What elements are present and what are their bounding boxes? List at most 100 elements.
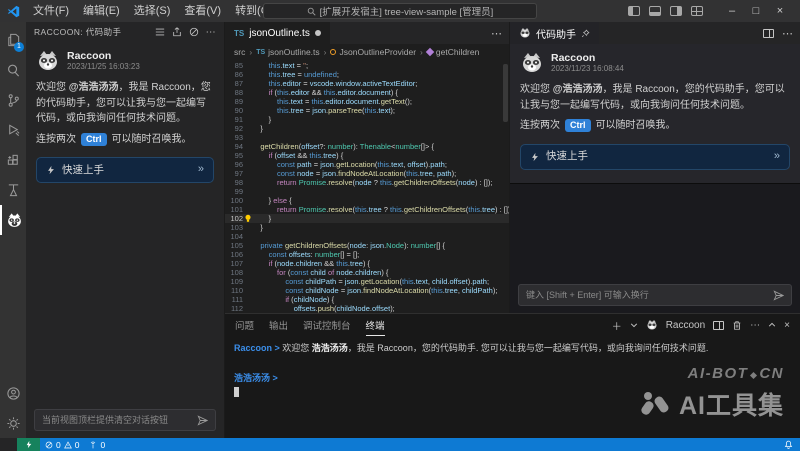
terminal-profile-name[interactable]: Raccoon — [666, 320, 705, 331]
kill-terminal-icon[interactable] — [732, 320, 742, 331]
assistant-more-icon[interactable]: ⋯ — [782, 27, 793, 40]
code-text: } — [252, 124, 509, 133]
customize-layout-icon[interactable] — [691, 6, 703, 16]
line-number: 93 — [225, 133, 252, 142]
close-panel-icon[interactable]: × — [784, 320, 790, 331]
panel-tab-输出[interactable]: 输出 — [269, 314, 288, 336]
raccoon-icon[interactable] — [0, 205, 26, 235]
send-icon[interactable] — [197, 415, 208, 426]
code-line[interactable]: 107 if (node.children && this.tree) { — [225, 259, 509, 268]
code-line[interactable]: 91 } — [225, 115, 509, 124]
code-line[interactable]: 109 const childPath = json.getLocation(t… — [225, 277, 509, 286]
source-control-icon[interactable] — [0, 85, 26, 115]
code-line[interactable]: 103 } — [225, 223, 509, 232]
terminal-text: Raccoon > — [234, 343, 282, 353]
code-line[interactable]: 106 const offsets: number[] = []; — [225, 250, 509, 259]
account-icon[interactable] — [0, 378, 26, 408]
sidebar-chat-input-field[interactable] — [42, 415, 191, 425]
code-line[interactable]: 86 this.tree = undefined; — [225, 70, 509, 79]
split-terminal-icon[interactable] — [713, 321, 724, 330]
breadcrumb-item[interactable]: TSjsonOutline.ts — [256, 47, 319, 57]
terminal-dropdown-icon[interactable] — [630, 321, 638, 329]
panel-tab-终端[interactable]: 终端 — [366, 314, 385, 336]
search-icon[interactable] — [0, 55, 26, 85]
code-line[interactable]: 95 if (offset && this.tree) { — [225, 151, 509, 160]
code-text: } — [252, 214, 509, 223]
sidebar-chat-input[interactable] — [34, 409, 216, 431]
panel-more-icon[interactable]: ⋯ — [750, 320, 760, 331]
split-editor-icon[interactable] — [763, 29, 774, 38]
code-line[interactable]: 105 private getChildrenOffsets(node: jso… — [225, 241, 509, 250]
maximize-panel-icon[interactable] — [768, 321, 776, 329]
code-line[interactable]: 101 return Promise.resolve(this.tree ? t… — [225, 205, 509, 214]
quickstart-button[interactable]: 快速上手 » — [36, 157, 214, 183]
explorer-icon[interactable]: 1 — [0, 25, 26, 55]
code-line[interactable]: 85 this.text = ''; — [225, 61, 509, 70]
code-line[interactable]: 102 } — [225, 214, 509, 223]
code-line[interactable]: 99 — [225, 187, 509, 196]
minimize-button[interactable]: – — [720, 0, 744, 22]
editor-more-icon[interactable]: ⋯ — [491, 27, 502, 40]
code-line[interactable]: 96 const path = json.getLocation(this.te… — [225, 160, 509, 169]
code-line[interactable]: 88 if (this.editor && this.editor.docume… — [225, 88, 509, 97]
extensions-icon[interactable] — [0, 145, 26, 175]
code-line[interactable]: 97 const node = json.findNodeAtLocation(… — [225, 169, 509, 178]
run-debug-icon[interactable] — [0, 115, 26, 145]
panel-tab-问题[interactable]: 问题 — [235, 314, 254, 336]
code-line[interactable]: 110 const childNode = json.findNodeAtLoc… — [225, 286, 509, 295]
new-terminal-icon[interactable]: ＋ — [612, 318, 622, 333]
problems-indicator[interactable]: 0 0 — [40, 440, 84, 450]
send-icon[interactable] — [773, 290, 784, 301]
maximize-button[interactable]: □ — [744, 0, 768, 22]
code-line[interactable]: 111 if (childNode) { — [225, 295, 509, 304]
code-line[interactable]: 112 offsets.push(childNode.offset); — [225, 304, 509, 313]
assistant-chat-input-field[interactable] — [526, 290, 767, 300]
export-icon[interactable] — [172, 27, 182, 37]
settings-gear-icon[interactable] — [0, 408, 26, 438]
code-line[interactable]: 98 return Promise.resolve(node ? this.ge… — [225, 178, 509, 187]
editor-scrollbar[interactable] — [503, 64, 508, 122]
menu-item[interactable]: 选择(S) — [127, 0, 178, 22]
line-number: 91 — [225, 115, 252, 124]
code-line[interactable]: 92 } — [225, 124, 509, 133]
code-line[interactable]: 94 getChildren(offset?: number): Thenabl… — [225, 142, 509, 151]
menu-item[interactable]: 文件(F) — [26, 0, 76, 22]
notifications-bell-icon[interactable] — [784, 440, 800, 449]
modified-dot-icon[interactable] — [315, 30, 321, 36]
history-icon[interactable] — [155, 27, 165, 37]
toggle-sidebar-icon[interactable] — [628, 6, 640, 16]
ports-indicator[interactable]: 0 — [84, 440, 110, 450]
window-title-search-box[interactable]: [扩展开发宿主] tree-view-sample [管理员] — [263, 3, 537, 19]
test-icon[interactable] — [0, 175, 26, 205]
line-number: 90 — [225, 106, 252, 115]
assistant-chat-message: Raccoon 2023/11/23 16:08:44 欢迎您 @浩浩汤汤，我是… — [510, 44, 800, 170]
breadcrumb-item[interactable]: src — [234, 47, 245, 57]
close-button[interactable]: × — [768, 0, 792, 22]
assistant-chat-input[interactable] — [518, 284, 792, 306]
more-icon[interactable]: ⋯ — [206, 27, 216, 38]
pin-icon[interactable] — [581, 29, 590, 38]
tab-assistant[interactable]: 代码助手 — [510, 22, 599, 44]
code-text: } else { — [252, 196, 509, 205]
quickstart-button[interactable]: 快速上手 » — [520, 144, 790, 170]
code-line[interactable]: 108 for (const child of node.children) { — [225, 268, 509, 277]
code-line[interactable]: 90 this.tree = json.parseTree(this.text)… — [225, 106, 509, 115]
menu-item[interactable]: 编辑(E) — [76, 0, 127, 22]
code-line[interactable]: 87 this.editor = vscode.window.activeTex… — [225, 79, 509, 88]
toggle-secondary-sidebar-icon[interactable] — [670, 6, 682, 16]
code-line[interactable]: 100 } else { — [225, 196, 509, 205]
toggle-panel-icon[interactable] — [649, 6, 661, 16]
breadcrumb-item[interactable]: getChildren — [427, 47, 479, 57]
remote-indicator[interactable] — [17, 438, 40, 451]
code-line[interactable]: 89 this.text = this.editor.document.getT… — [225, 97, 509, 106]
menu-item[interactable]: 查看(V) — [177, 0, 228, 22]
terminal-text: ，我是 Raccoon，您的代码助手. 您可以让我与您一起编写代码，或向我询问任… — [348, 343, 709, 353]
chat-author: Raccoon — [551, 52, 624, 65]
code-line[interactable]: 93 — [225, 133, 509, 142]
code-line[interactable]: 104 — [225, 232, 509, 241]
tab-jsonoutline[interactable]: TS jsonOutline.ts — [225, 22, 330, 44]
code-editor[interactable]: 85 this.text = '';86 this.tree = undefin… — [225, 60, 509, 313]
clear-chat-icon[interactable] — [189, 27, 199, 37]
panel-tab-调试控制台[interactable]: 调试控制台 — [303, 314, 351, 336]
breadcrumb-item[interactable]: JsonOutlineProvider — [330, 47, 416, 57]
